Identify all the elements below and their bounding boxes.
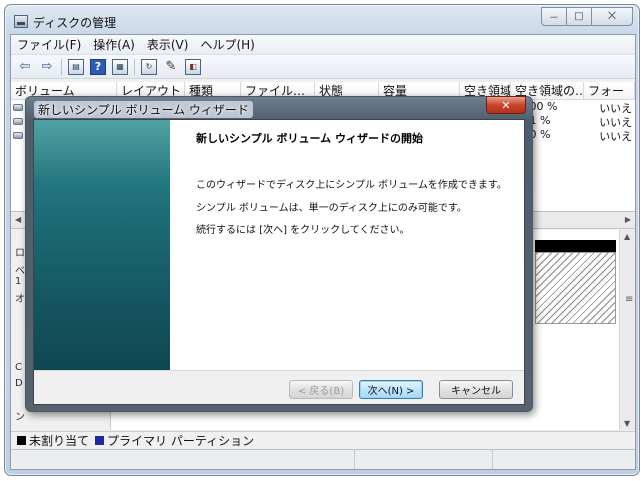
wizard-title: 新しいシンプル ボリューム ウィザード xyxy=(34,101,253,118)
list-view-icon[interactable]: ▤ xyxy=(68,58,84,75)
wizard-close-button[interactable]: ✕ xyxy=(486,96,526,114)
legend-swatch-unallocated xyxy=(17,436,26,445)
disk-label-char: オ xyxy=(15,294,25,305)
volume-free-percent: 1 % xyxy=(529,114,551,127)
wizard-button-bar: < 戻る(B) 次へ(N) > キャンセル xyxy=(34,370,524,404)
volume-fault-tolerance: いいえ xyxy=(599,130,633,142)
wizard-heading: 新しいシンプル ボリューム ウィザードの開始 xyxy=(196,132,423,145)
wizard-content: 新しいシンプル ボリューム ウィザードの開始 このウィザードでディスク上にシンプ… xyxy=(170,120,524,370)
legend-item-unallocated: 未割り当て xyxy=(17,432,89,449)
unallocated-segment-header[interactable] xyxy=(535,240,616,252)
menu-file[interactable]: ファイル(F) xyxy=(17,36,81,53)
menu-view[interactable]: 表示(V) xyxy=(147,36,189,53)
disk-management-icon xyxy=(14,15,28,28)
menu-help[interactable]: ヘルプ(H) xyxy=(200,36,254,53)
drive-icon xyxy=(13,118,23,125)
disk-label-char: 1 xyxy=(15,276,22,287)
back-arrow-icon[interactable]: ⇦ xyxy=(17,59,33,75)
toolbar-separator xyxy=(134,58,135,75)
disk-label-char: C xyxy=(15,362,22,373)
toolbar-separator xyxy=(61,58,62,75)
volume-free-percent: 00 % xyxy=(529,100,558,113)
caption-buttons: － □ ⨉ xyxy=(541,7,633,27)
rescan-icon[interactable]: ✎ xyxy=(163,59,179,75)
close-button[interactable]: ⨉ xyxy=(591,7,633,26)
wizard-title-bar[interactable]: 新しいシンプル ボリューム ウィザード ✕ xyxy=(26,96,532,119)
wizard-text-line: 続行するには [次へ] をクリックしてください。 xyxy=(196,225,410,236)
forward-arrow-icon[interactable]: ⇨ xyxy=(39,59,55,75)
scroll-thumb-grip-icon[interactable]: ≡ xyxy=(625,294,633,305)
legend-label: プライマリ パーティション xyxy=(107,434,255,448)
cancel-button[interactable]: キャンセル xyxy=(439,380,513,399)
status-bar xyxy=(11,449,635,469)
status-pane xyxy=(493,450,633,469)
disk-label-char: ロ xyxy=(15,248,25,259)
status-pane xyxy=(11,450,355,469)
disk-properties-icon[interactable]: ◧ xyxy=(185,58,201,75)
maximize-button[interactable]: □ xyxy=(566,7,592,26)
legend-label: 未割り当て xyxy=(29,434,90,448)
legend-item-primary: プライマリ パーティション xyxy=(95,432,254,449)
refresh-icon[interactable]: ↻ xyxy=(141,58,157,75)
legend-swatch-primary xyxy=(95,436,105,445)
scroll-up-icon[interactable]: ▲ xyxy=(624,232,630,241)
minimize-button[interactable]: － xyxy=(541,7,567,26)
toolbar: ⇦ ⇨ ▤ ? ▦ ↻ ✎ ◧ xyxy=(11,55,635,79)
disk-label-char: ベ xyxy=(15,266,25,277)
scroll-right-icon[interactable]: ▶ xyxy=(625,215,631,224)
next-button[interactable]: 次へ(N) > xyxy=(359,380,423,399)
wizard-client-area: 新しいシンプル ボリューム ウィザードの開始 このウィザードでディスク上にシンプ… xyxy=(33,119,525,405)
partition-legend: 未割り当て プライマリ パーティション xyxy=(11,431,635,449)
wizard-text-line: このウィザードでディスク上にシンプル ボリュームを作成できます。 xyxy=(196,180,507,191)
wizard-banner-image xyxy=(34,120,170,370)
volume-fault-tolerance: いいえ xyxy=(599,116,633,128)
wizard-text-line: シンプル ボリュームは、単一のディスク上にのみ可能です。 xyxy=(196,203,467,214)
volume-fault-tolerance: いいえ xyxy=(599,102,633,114)
drive-icon xyxy=(13,132,23,139)
drive-icon xyxy=(13,104,23,111)
window-title: ディスクの管理 xyxy=(33,16,117,30)
disk-label-char: ン xyxy=(15,412,25,423)
properties-icon[interactable]: ▦ xyxy=(112,58,128,75)
column-fault-tolerance[interactable]: フォー xyxy=(584,82,635,99)
scroll-left-icon[interactable]: ◀ xyxy=(15,215,21,224)
disk-label-char: D xyxy=(15,378,23,389)
vertical-scrollbar[interactable]: ▲ ≡ ▼ xyxy=(619,230,635,430)
status-pane xyxy=(355,450,493,469)
scroll-down-icon[interactable]: ▼ xyxy=(624,419,630,428)
back-button[interactable]: < 戻る(B) xyxy=(289,380,353,399)
new-simple-volume-wizard: 新しいシンプル ボリューム ウィザード ✕ 新しいシンプル ボリューム ウィザー… xyxy=(25,96,533,412)
menu-bar: ファイル(F) 操作(A) 表示(V) ヘルプ(H) xyxy=(11,35,635,55)
help-icon[interactable]: ? xyxy=(90,58,106,75)
menu-action[interactable]: 操作(A) xyxy=(93,36,135,53)
volume-free-percent: 0 % xyxy=(529,128,551,141)
unallocated-segment[interactable] xyxy=(535,252,616,324)
title-bar[interactable]: ディスクの管理 － □ ⨉ xyxy=(5,5,639,35)
